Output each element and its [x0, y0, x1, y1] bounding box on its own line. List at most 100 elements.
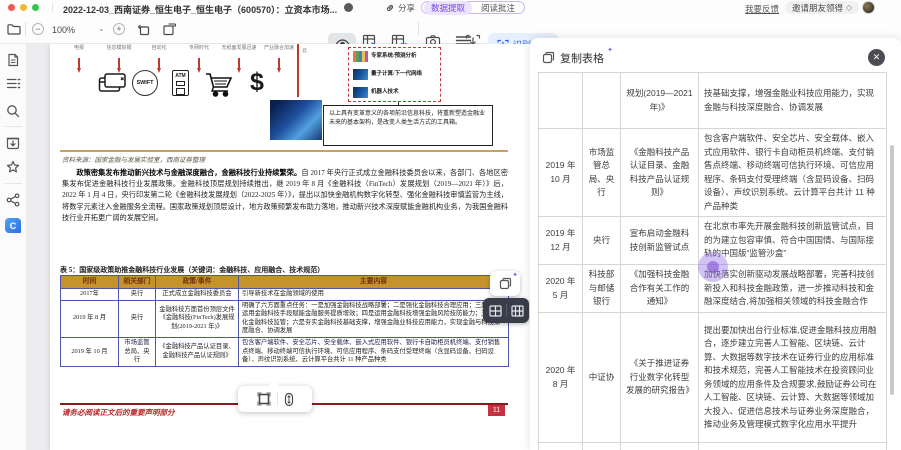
star-icon[interactable] — [6, 160, 20, 174]
table-grid-icon[interactable] — [488, 304, 502, 317]
shopping-cart-icon — [205, 72, 235, 98]
zoom-level: 100% — [52, 25, 76, 35]
cell-dept[interactable]: 央行 — [582, 216, 621, 265]
cell-content: 引导新技术在金融领域的使用 — [238, 288, 509, 301]
cell-policy[interactable]: 《关于推进证券行业数字化转型发展的研究报告》 — [620, 312, 699, 443]
cell-time[interactable]: 2019 年 12 月 — [538, 216, 583, 265]
minimize-window-button[interactable] — [20, 4, 27, 11]
stage-label: 专网时代 — [188, 46, 209, 51]
download-save-icon[interactable] — [6, 136, 20, 150]
divider — [505, 304, 507, 317]
share-nodes-icon[interactable] — [6, 193, 20, 207]
status-dot-icon[interactable] — [344, 3, 353, 12]
cell-time[interactable]: 2020 年 8 月 — [538, 312, 583, 443]
cell-policy[interactable]: 宣布启动金融科技创新监管试点 — [620, 216, 699, 265]
share-label: 分享 — [398, 3, 416, 13]
rotate-page-icon[interactable] — [162, 23, 177, 36]
body-paragraph: 政策密集发布推动新兴技术与金融深度融合，金融科技行业持续繁荣。自 2017 年央… — [62, 168, 508, 224]
cell-content[interactable]: 在北京市率先开展金融科技创新监管试点，目的为建立包容审慎、符合中国国情、与国际接… — [698, 216, 887, 265]
cell-time[interactable] — [538, 72, 583, 129]
stage-label: 信息模拟银 — [106, 46, 132, 51]
cell-content[interactable]: 包含客户端软件、安全芯片、安全载体、嵌入式应用软件、银行卡自动柜员机终端、支付销… — [698, 128, 887, 217]
select-region-icon[interactable] — [256, 392, 271, 406]
atm-icon: ATM — [172, 70, 189, 96]
close-window-button[interactable] — [8, 4, 15, 11]
col-header: 政策/事件 — [155, 275, 239, 289]
panel-scrollbar[interactable] — [890, 145, 894, 395]
cell-content[interactable]: 技基础支撑，增强金融业科技应用能力，实现金融与科技深度融合、协调发展 — [698, 72, 887, 129]
cell-dept[interactable] — [582, 72, 621, 129]
selection-popover — [238, 386, 312, 412]
cell-policy: 《金融科技产品认证目录、金融科技产品认证规则》 — [155, 336, 239, 367]
cell-time[interactable] — [538, 442, 583, 450]
col-header: 时间 — [60, 275, 119, 289]
cell-dept[interactable]: 市场监管总局、央行 — [582, 128, 621, 217]
cell-policy[interactable] — [620, 442, 699, 450]
stage-label: 电报 — [73, 46, 84, 51]
cell-dept[interactable] — [582, 442, 621, 450]
thumbnails-page-icon[interactable] — [6, 53, 20, 67]
down-arrow-icon — [198, 58, 200, 68]
maximize-window-button[interactable] — [32, 4, 39, 11]
tech-item: 机器人技术 — [353, 87, 436, 98]
down-arrow-icon — [278, 58, 280, 68]
outline-list-icon[interactable] — [6, 78, 21, 90]
table-row: 2017年 央行 正式成立金融科技委员会 引导新技术在金融领域的使用 — [60, 288, 509, 301]
tab-annotate[interactable]: 阅读批注 — [474, 1, 522, 15]
cell-dept: 市场监管总局、央行 — [118, 336, 156, 367]
chevron-down-icon[interactable]: ⌄ — [98, 24, 105, 33]
cell-time[interactable]: 2019 年 10 月 — [538, 128, 583, 217]
mode-tabs: 数据提取 阅读批注 — [421, 0, 526, 15]
zoom-in-button[interactable]: + — [113, 23, 125, 35]
disclaimer-text: 请务必阅读正文后的重要声明部分 — [62, 408, 175, 417]
table-row[interactable]: 2019 年 10 月 市场监管总局、央行 《金融科技产品认证目录、金融科技产品… — [538, 128, 887, 217]
table-caption: 表 5：国家级政策助推金融科技行业发展（关键词：金融科技、应用融合、技术规范） — [60, 266, 325, 274]
panel-title: 复制表格 ✦ — [560, 47, 613, 66]
cell-time[interactable]: 2020 年 5 月 — [538, 264, 583, 313]
tech-thumbnail — [353, 87, 368, 98]
stage-item: 电报 — [60, 46, 98, 73]
cell-time: 2019 年 10 月 — [60, 336, 119, 367]
cell-policy[interactable]: 《金融科技产品认证目录、金融科技产品认证规则》 — [620, 128, 699, 217]
copy-icon — [499, 277, 511, 290]
cell-dept: 央行 — [118, 288, 156, 301]
search-icon[interactable] — [6, 104, 20, 118]
plus-icon: + — [116, 23, 122, 34]
avatar[interactable] — [862, 1, 875, 14]
cell-dept: 央行 — [118, 299, 156, 338]
share-button[interactable]: 分享 — [385, 2, 415, 14]
ai-sparkle-icon: ✦ — [607, 47, 613, 54]
tab-data-extract[interactable]: 数据提取 — [424, 0, 473, 15]
click-cursor-indicator — [698, 252, 728, 282]
tech-item: 专家系统/预测分析 — [353, 51, 436, 62]
cell-dept[interactable]: 中证协 — [582, 312, 621, 443]
app-logo-icon[interactable]: C — [5, 218, 21, 233]
invite-button[interactable]: 邀请朋友领得 ◇ — [785, 1, 860, 14]
zoom-out-button[interactable]: − — [32, 23, 44, 35]
cell-policy[interactable]: 《加强科技金融合作有关工作的通知》 — [620, 264, 699, 313]
minus-icon: − — [35, 23, 41, 34]
cell-time: 2017年 — [60, 288, 119, 301]
cell-content[interactable]: 提出要加快出台行业标准,促进金融科技应用融合，逐步建立完善人工智能、区块链、云计… — [698, 312, 887, 443]
rotate-left-icon[interactable] — [137, 23, 151, 36]
app-window: 2022-12-03_西南证券_恒生电子_恒生电子（600570）：立资本市场.… — [0, 0, 901, 450]
table-grid-plus-icon[interactable] — [510, 304, 524, 317]
table-row[interactable]: 《规划》明确提出建设绿色高可用数据中心、架设安全泛在 — [538, 442, 887, 450]
table-row[interactable]: 2020 年 8 月 中证协 《关于推进证券行业数字化转型发展的研究报告》 提出… — [538, 312, 887, 443]
feedback-link[interactable]: 我要反馈 — [745, 3, 779, 15]
open-folder-icon[interactable] — [7, 23, 21, 35]
close-panel-button[interactable]: ✕ — [868, 49, 885, 66]
cell-dept[interactable]: 科技部与邮储银行 — [582, 264, 621, 313]
cell-content[interactable]: 《规划》明确提出建设绿色高可用数据中心、架设安全泛在 — [698, 442, 887, 450]
cell-policy[interactable]: 规划(2019—2021 年)》 — [620, 72, 699, 129]
down-arrow-icon — [158, 58, 160, 68]
stage-label: 云 — [302, 49, 308, 54]
stage-item: 产业融合加速 — [260, 46, 298, 73]
down-arrow-icon — [118, 58, 120, 68]
copy-table-float-button[interactable]: ✦ — [490, 271, 520, 296]
table-tools-bar[interactable] — [483, 298, 529, 323]
down-arrow-icon — [78, 58, 80, 68]
drag-vertical-icon[interactable] — [284, 392, 294, 407]
col-header: 相关部门 — [118, 275, 156, 289]
table-row[interactable]: 规划(2019—2021 年)》 技基础支撑，增强金融业科技应用能力，实现金融与… — [538, 72, 887, 129]
